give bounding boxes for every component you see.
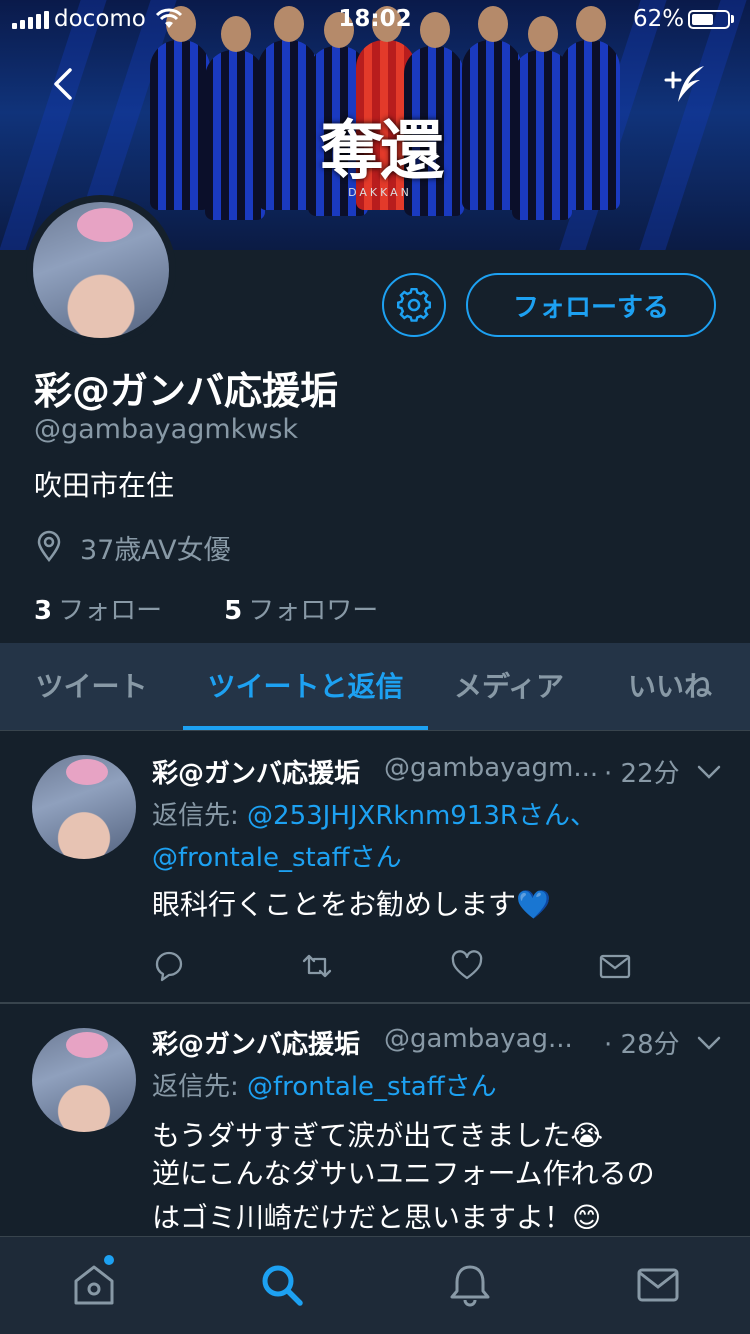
- chevron-down-icon[interactable]: [696, 763, 722, 781]
- bell-icon[interactable]: [446, 1261, 494, 1309]
- banner-subtitle: DAKKAN: [348, 186, 412, 199]
- settings-button[interactable]: [382, 273, 446, 337]
- tweet-reply-to-continued: @frontale_staffさん: [152, 837, 402, 874]
- tweet-avatar[interactable]: [32, 755, 136, 859]
- reply-mention[interactable]: @253JHJXRknm913Rさん、: [247, 801, 596, 831]
- following-link[interactable]: 3 フォロー: [34, 596, 162, 626]
- reply-prefix: 返信先:: [152, 1072, 239, 1102]
- reply-mention[interactable]: @frontale_staffさん: [247, 1072, 497, 1102]
- location-pin-icon: [37, 530, 61, 562]
- tab-likes[interactable]: いいね: [590, 643, 750, 731]
- follow-button[interactable]: フォローする: [466, 273, 716, 337]
- tweet-reply-to: 返信先: @253JHJXRknm913Rさん、: [152, 795, 596, 832]
- follow-counts: 3 フォロー 5 フォロワー: [34, 590, 378, 627]
- profile-name: 彩@ガンバ応援垢: [34, 369, 339, 413]
- bottom-tab-bar: [0, 1236, 750, 1334]
- mail-icon[interactable]: [598, 949, 632, 983]
- home-icon[interactable]: [70, 1261, 118, 1309]
- profile-tabs: ツイート ツイートと返信 メディア いいね: [0, 643, 750, 731]
- followers-count: 5: [224, 596, 243, 626]
- heart-icon[interactable]: [450, 949, 484, 983]
- tweet[interactable]: 彩@ガンバ応援垢 @gambayag... · 28分 返信先: @fronta…: [0, 1004, 750, 1236]
- mail-icon[interactable]: [634, 1261, 682, 1309]
- battery-percent: 62%: [633, 6, 685, 32]
- active-tab-indicator: [183, 726, 428, 730]
- compose-tweet-icon[interactable]: [660, 62, 708, 108]
- reply-icon[interactable]: [152, 949, 186, 983]
- new-tweets-dot: [104, 1255, 114, 1265]
- tab-tweets[interactable]: ツイート: [0, 643, 183, 731]
- status-bar: docomo 18:02 62%: [0, 0, 750, 40]
- tweet-author-handle: @gambayagm...: [384, 753, 599, 783]
- tweet-text-line: 逆にこんなダサいユニフォーム作れるの: [152, 1157, 655, 1190]
- gear-icon: [396, 287, 432, 322]
- battery-icon: [688, 10, 730, 29]
- profile-handle: @gambayagmkwsk: [34, 414, 299, 445]
- retweet-icon[interactable]: [300, 949, 334, 983]
- followers-label: フォロワー: [248, 596, 379, 626]
- followers-link[interactable]: 5 フォロワー: [224, 596, 378, 626]
- search-icon[interactable]: [258, 1261, 306, 1309]
- reply-mention[interactable]: @frontale_staffさん: [152, 843, 402, 873]
- tweet-author-name[interactable]: 彩@ガンバ応援垢: [152, 1024, 360, 1061]
- tweet-text-line: はゴミ川崎だけだと思いますよ！😊: [152, 1201, 602, 1234]
- following-count: 3: [34, 596, 53, 626]
- chevron-down-icon[interactable]: [696, 1034, 722, 1052]
- following-label: フォロー: [58, 596, 163, 626]
- tab-tweets-and-replies[interactable]: ツイートと返信: [183, 643, 428, 731]
- reply-prefix: 返信先:: [152, 801, 239, 831]
- tweet-author-handle: @gambayag...: [384, 1024, 573, 1054]
- tweet-time: · 22分: [604, 759, 680, 789]
- tab-media[interactable]: メディア: [428, 643, 590, 731]
- tweet-reply-to: 返信先: @frontale_staffさん: [152, 1066, 497, 1103]
- profile-avatar[interactable]: [26, 195, 176, 345]
- tweet-avatar[interactable]: [32, 1028, 136, 1132]
- tweet-time: · 28分: [604, 1030, 680, 1060]
- banner-title: 奪還: [320, 114, 444, 189]
- chevron-left-icon[interactable]: [48, 64, 78, 104]
- tweet-author-name[interactable]: 彩@ガンバ応援垢: [152, 753, 360, 790]
- tweet-text: 眼科行くことをお勧めします💙: [152, 888, 551, 921]
- profile-location: 37歳AV女優: [80, 535, 231, 566]
- tweet[interactable]: 彩@ガンバ応援垢 @gambayagm... · 22分 返信先: @253JH…: [0, 731, 750, 1003]
- profile-bio: 吹田市在住: [34, 469, 175, 502]
